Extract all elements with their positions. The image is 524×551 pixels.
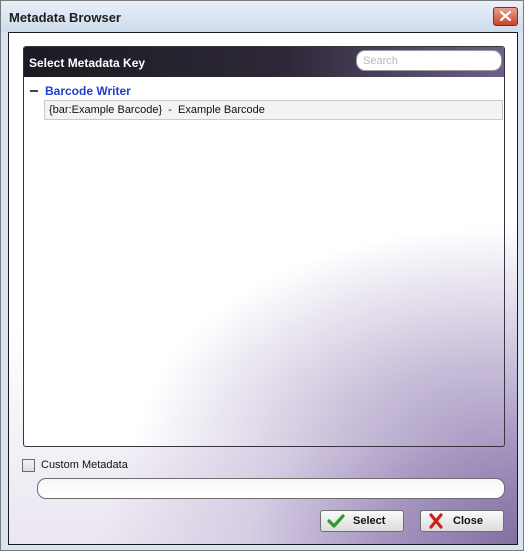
- tree-item[interactable]: {bar:Example Barcode} - Example Barcode: [44, 100, 503, 120]
- window-close-button[interactable]: [493, 7, 518, 26]
- custom-metadata-field[interactable]: [37, 478, 505, 499]
- title-bar[interactable]: Metadata Browser: [1, 1, 523, 32]
- select-button[interactable]: Select: [320, 510, 404, 532]
- select-button-label: Select: [353, 515, 386, 527]
- tree-item-label: {bar:Example Barcode} - Example Barcode: [49, 104, 265, 116]
- close-x-icon: [500, 11, 511, 21]
- window-title: Metadata Browser: [9, 10, 121, 25]
- close-button[interactable]: Close: [420, 510, 504, 532]
- close-x-red-icon: [427, 513, 445, 529]
- custom-metadata-row[interactable]: Custom Metadata: [22, 458, 128, 472]
- checkmark-icon: [327, 513, 345, 529]
- custom-metadata-label: Custom Metadata: [41, 459, 128, 471]
- panel-header: Select Metadata Key: [24, 47, 504, 77]
- search-input[interactable]: [356, 50, 502, 71]
- metadata-key-panel: Select Metadata Key Barcode Writer {bar:…: [23, 46, 505, 447]
- collapse-minus-icon[interactable]: [29, 86, 39, 96]
- metadata-browser-window: Metadata Browser Select Metadata Key Bar…: [0, 0, 524, 551]
- tree-group-label: Barcode Writer: [45, 84, 131, 98]
- custom-metadata-checkbox[interactable]: [22, 458, 35, 472]
- tree-group-barcode-writer[interactable]: Barcode Writer: [29, 83, 131, 99]
- dialog-body: Select Metadata Key Barcode Writer {bar:…: [8, 32, 518, 545]
- panel-title: Select Metadata Key: [29, 56, 146, 70]
- close-button-label: Close: [453, 515, 483, 527]
